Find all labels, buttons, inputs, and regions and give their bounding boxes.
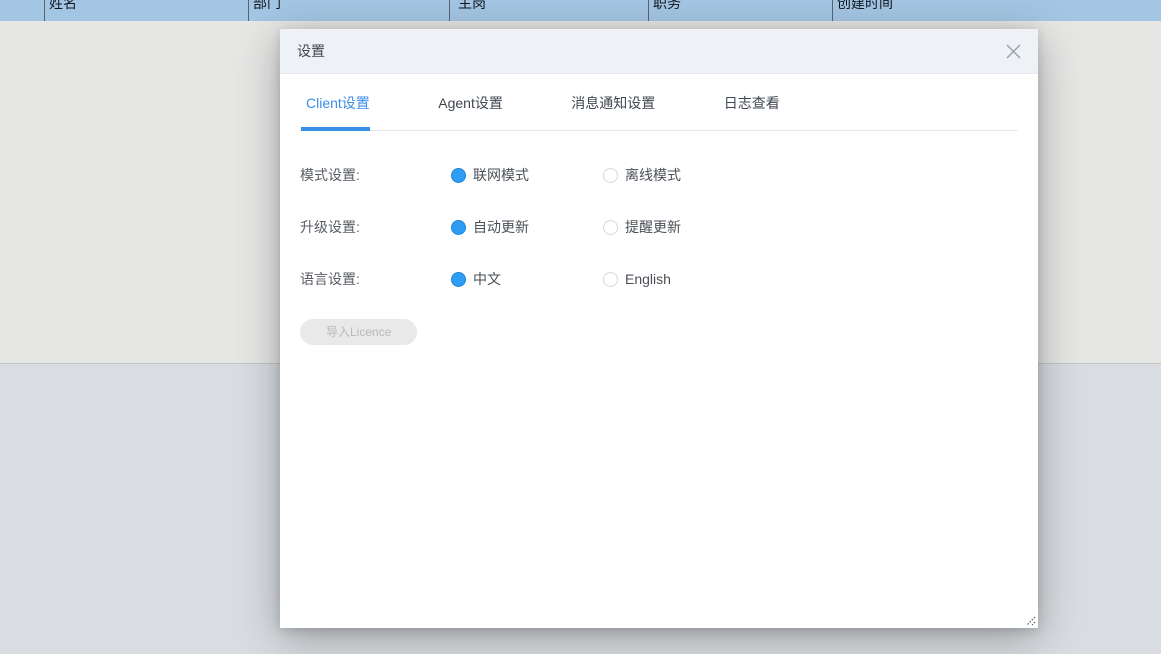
column-divider	[832, 0, 833, 21]
radio-option-label[interactable]: English	[625, 271, 671, 287]
column-divider	[648, 0, 649, 21]
radio-unselected-icon[interactable]	[603, 168, 618, 183]
tab-client-settings[interactable]: Client设置	[306, 74, 370, 130]
close-icon	[1005, 43, 1022, 60]
radio-unselected-icon[interactable]	[603, 272, 618, 287]
radio-option-remind-update[interactable]: 提醒更新	[603, 217, 755, 237]
radio-option-label[interactable]: 联网模式	[473, 165, 529, 185]
column-header-main-post: 主岗	[458, 0, 486, 10]
import-licence-button[interactable]: 导入Licence	[300, 319, 417, 345]
column-header-create-time: 创建时间	[837, 0, 893, 10]
language-setting-row: 语言设置: 中文 English	[300, 271, 1018, 287]
radio-option-offline-mode[interactable]: 离线模式	[603, 165, 755, 185]
close-button[interactable]	[1004, 42, 1022, 60]
column-divider	[449, 0, 450, 21]
radio-selected-icon[interactable]	[451, 272, 466, 287]
upgrade-setting-row: 升级设置: 自动更新 提醒更新	[300, 219, 1018, 235]
tab-log-view[interactable]: 日志查看	[724, 74, 780, 130]
radio-option-label[interactable]: 自动更新	[473, 217, 529, 237]
radio-option-label[interactable]: 提醒更新	[625, 217, 681, 237]
column-header-title: 职务	[653, 0, 681, 10]
tab-message-notification[interactable]: 消息通知设置	[571, 74, 655, 130]
radio-option-label[interactable]: 中文	[473, 269, 501, 289]
radio-selected-icon[interactable]	[451, 220, 466, 235]
radio-option-auto-update[interactable]: 自动更新	[451, 217, 603, 237]
settings-tab-bar: Client设置 Agent设置 消息通知设置 日志查看	[300, 74, 1018, 131]
column-header-department: 部门	[253, 0, 281, 10]
radio-unselected-icon[interactable]	[603, 220, 618, 235]
radio-option-english[interactable]: English	[603, 271, 755, 287]
dialog-body: 模式设置: 联网模式 离线模式 升级设置: 自动更新 提醒更新 语言设置:	[280, 131, 1038, 345]
column-divider	[44, 0, 45, 21]
radio-option-chinese[interactable]: 中文	[451, 269, 603, 289]
radio-selected-icon[interactable]	[451, 168, 466, 183]
dialog-title: 设置	[297, 41, 325, 61]
column-divider	[248, 0, 249, 21]
column-header-name: 姓名	[49, 0, 77, 10]
mode-setting-label: 模式设置:	[300, 165, 451, 185]
radio-option-online-mode[interactable]: 联网模式	[451, 165, 603, 185]
background-table-header: 姓名 部门 主岗 职务 创建时间	[0, 0, 1161, 21]
resize-grip-icon[interactable]	[1025, 615, 1036, 626]
mode-setting-row: 模式设置: 联网模式 离线模式	[300, 167, 1018, 183]
radio-option-label[interactable]: 离线模式	[625, 165, 681, 185]
tab-agent-settings[interactable]: Agent设置	[438, 74, 503, 130]
settings-dialog: 设置 Client设置 Agent设置 消息通知设置 日志查看 模式设置: 联网…	[280, 29, 1038, 628]
language-setting-label: 语言设置:	[300, 269, 451, 289]
upgrade-setting-label: 升级设置:	[300, 217, 451, 237]
dialog-header: 设置	[280, 29, 1038, 74]
